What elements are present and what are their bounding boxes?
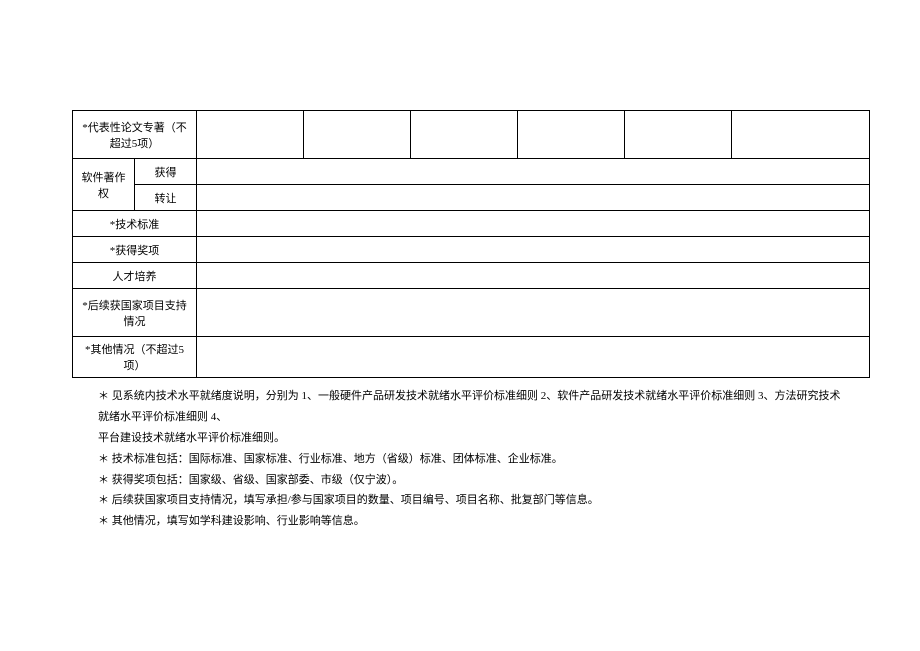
footnote-3: ＊ 获得奖项包括：国家级、省级、国家部委、市级（仅宁波）。 — [98, 470, 844, 491]
footnote-1a: ＊ 见系统内技术水平就绪度说明，分别为 1、一般硬件产品研发技术就绪水平评价标准… — [98, 386, 844, 428]
row-papers-label: *代表性论文专著（不超过5项） — [73, 111, 197, 159]
row-followup-cell — [197, 289, 870, 337]
row-talent-label: 人才培养 — [73, 263, 197, 289]
footnote-5: ＊ 其他情况，填写如学科建设影响、行业影响等信息。 — [98, 511, 844, 532]
row-papers-cell-4 — [518, 111, 625, 159]
row-papers-cell-6 — [732, 111, 870, 159]
row-software-transfer-label: 转让 — [135, 185, 197, 211]
row-other-cell — [197, 337, 870, 378]
row-standard-label: *技术标准 — [73, 211, 197, 237]
row-software-transfer-cell — [197, 185, 870, 211]
footnote-1b: 平台建设技术就绪水平评价标准细则。 — [98, 428, 844, 449]
row-other-label: *其他情况（不超过5项） — [73, 337, 197, 378]
footnote-2: ＊ 技术标准包括：国际标准、国家标准、行业标准、地方（省级）标准、团体标准、企业… — [98, 449, 844, 470]
row-papers-cell-1 — [197, 111, 304, 159]
row-award-cell — [197, 237, 870, 263]
row-software-obtain-label: 获得 — [135, 159, 197, 185]
form-table: *代表性论文专著（不超过5项） 软件著作权 获得 转让 *技术标准 *获得奖项 … — [72, 110, 870, 378]
row-papers-cell-2 — [304, 111, 411, 159]
row-talent-cell — [197, 263, 870, 289]
row-followup-label: *后续获国家项目支持情况 — [73, 289, 197, 337]
footnotes: ＊ 见系统内技术水平就绪度说明，分别为 1、一般硬件产品研发技术就绪水平评价标准… — [98, 386, 844, 532]
row-software-label: 软件著作权 — [73, 159, 135, 211]
row-papers-cell-3 — [411, 111, 518, 159]
row-papers-cell-5 — [625, 111, 732, 159]
row-standard-cell — [197, 211, 870, 237]
footnote-4: ＊ 后续获国家项目支持情况，填写承担/参与国家项目的数量、项目编号、项目名称、批… — [98, 490, 844, 511]
row-award-label: *获得奖项 — [73, 237, 197, 263]
row-software-obtain-cell — [197, 159, 870, 185]
